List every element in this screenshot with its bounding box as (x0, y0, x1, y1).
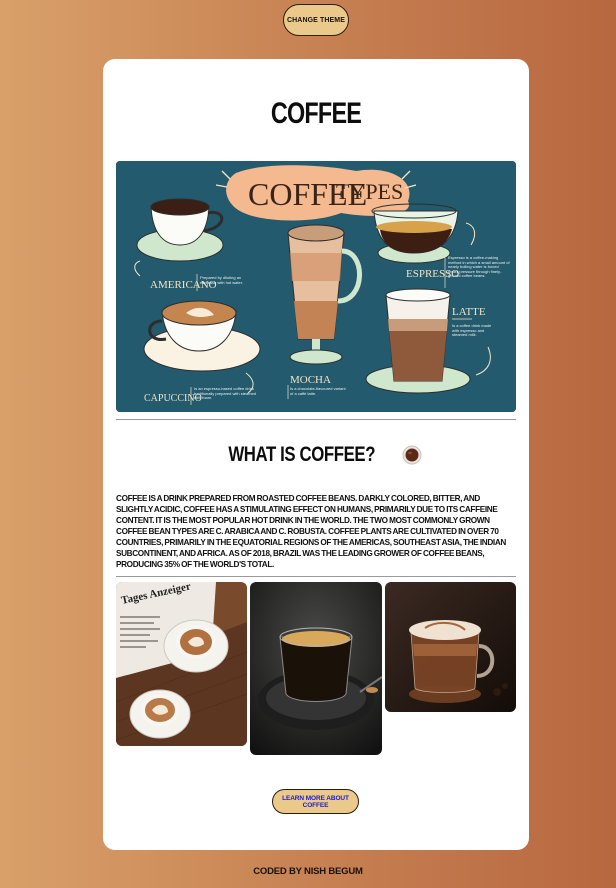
espresso-description: Espresso is a coffee-making method in wh… (448, 256, 510, 278)
gallery-photo-latte-newspaper: Tages Anzeiger (116, 582, 247, 746)
latte-description: Is a coffee drink made with espresso and… (452, 324, 492, 337)
gallery-photo-coffee-mug (385, 582, 516, 712)
espresso-glass-icon (371, 203, 459, 264)
divider (116, 576, 516, 577)
change-theme-button[interactable]: CHANGE THEME (283, 4, 349, 36)
coffee-types-infographic: COFFEE TYPES AMERICANO Prepared by dilut… (116, 161, 516, 412)
mocha-description: Is a chocolate-flavoured variant of a ca… (290, 387, 346, 396)
page-title: COFFEE (270, 97, 362, 130)
learn-more-button[interactable]: LEARN MORE ABOUT COFFEE (272, 789, 359, 814)
latte-label: LATTE (452, 306, 486, 318)
footer-credit: CODED BY NISH BEGUM (253, 866, 363, 877)
what-is-coffee-text: WHAT IS COFFEE? (228, 443, 376, 466)
what-is-coffee-heading: WHAT IS COFFEE? (103, 443, 529, 467)
infographic-title-types: TYPES (336, 179, 403, 204)
coffee-cup-icon (402, 445, 422, 465)
content-card: COFFEE COFFEE TYPES AMERICANO Prepared b… (103, 59, 529, 850)
what-is-coffee-paragraph: Coffee is a drink prepared from roasted … (116, 494, 506, 569)
mocha-label: MOCHA (290, 374, 331, 386)
cappuccino-description: Is an espresso-based coffee drink tradit… (194, 387, 257, 400)
gallery-photo-espresso-glass (250, 582, 382, 755)
divider (116, 419, 516, 420)
americano-description: Prepared by diluting an espresso with ho… (200, 276, 243, 285)
